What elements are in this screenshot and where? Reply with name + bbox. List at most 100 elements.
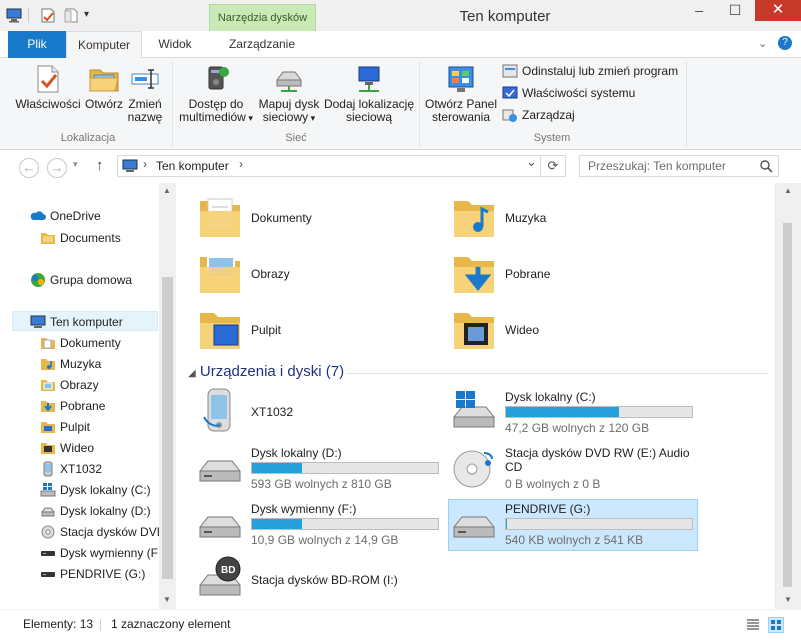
folder-icon	[41, 233, 55, 244]
breadcrumb-ten-komputer[interactable]: Ten komputer	[156, 159, 229, 173]
new-folder-icon[interactable]	[63, 8, 79, 23]
pictures-folder-icon	[200, 256, 240, 293]
usb-drive-icon	[41, 572, 55, 577]
nav-pane-scrollbar[interactable]: ▲ ▼	[159, 183, 176, 609]
scroll-down-arrow-icon[interactable]: ▼	[784, 595, 792, 604]
search-box	[579, 155, 779, 177]
map-drive-icon	[276, 71, 302, 92]
control-panel-icon	[448, 66, 474, 92]
computer-icon[interactable]	[6, 8, 22, 23]
content-area: Dokumenty Muzyka Obrazy Pobrane Pulpit W…	[176, 183, 775, 609]
details-view-icon[interactable]	[746, 618, 760, 632]
folder-tile-muzyka[interactable]: Muzyka	[450, 193, 690, 245]
hard-drive-icon	[41, 507, 55, 517]
folder-tile-pobrane[interactable]: Pobrane	[450, 249, 690, 301]
add-network-location-button[interactable]: Dodaj lokalizację sieciową	[322, 64, 416, 124]
minimize-button[interactable]: –	[681, 0, 717, 21]
dvd-drive-icon	[41, 525, 55, 539]
drive-usage-fill	[252, 519, 302, 529]
device-tile-drive-c[interactable]: Dysk lokalny (C:) 47,2 GB wolnych z 120 …	[450, 387, 700, 439]
onedrive-icon	[30, 211, 46, 220]
desktop-folder-icon	[41, 422, 55, 433]
drive-usage-fill	[506, 407, 619, 417]
rename-button[interactable]: Zmień nazwę	[126, 64, 164, 124]
devices-section-header[interactable]: ◢ Urządzenia i dyski (7)	[188, 363, 344, 380]
add-network-location-icon	[358, 66, 380, 92]
ribbon: Właściwości Otwórz Zmień nazwę Lokalizac…	[0, 58, 801, 150]
music-folder-icon	[454, 201, 494, 237]
media-access-button[interactable]: Dostęp do multimediów ▾	[178, 64, 254, 125]
search-input[interactable]	[580, 156, 750, 176]
manage-icon	[502, 109, 517, 122]
status-bar: Elementy: 13 1 zaznaczony element	[0, 609, 801, 640]
computer-icon	[30, 315, 46, 328]
scroll-down-arrow-icon[interactable]: ▼	[163, 595, 171, 604]
map-drive-button[interactable]: Mapuj dysk sieciowy ▾	[256, 64, 322, 125]
usb-drive-icon	[453, 516, 495, 538]
folder-tile-obrazy[interactable]: Obrazy	[196, 249, 436, 301]
system-properties-button[interactable]: Właściwości systemu	[502, 83, 635, 103]
videos-folder-icon	[454, 313, 494, 349]
device-tile-xt1032[interactable]: XT1032	[196, 387, 436, 439]
tab-komputer[interactable]: Komputer	[66, 31, 142, 59]
help-icon[interactable]: ?	[778, 36, 792, 50]
qat-divider	[28, 8, 29, 23]
title-bar: ▾ Narzędzia dysków Ten komputer – ☐ ✕	[0, 0, 801, 31]
breadcrumb-separator[interactable]: ›	[239, 157, 243, 171]
tab-plik[interactable]: Plik	[8, 31, 66, 58]
control-panel-button[interactable]: Otwórz Panel sterowania	[424, 64, 498, 124]
tab-zarzadzanie[interactable]: Zarządzanie	[210, 31, 314, 58]
properties-icon[interactable]	[40, 8, 56, 23]
hard-drive-icon	[199, 460, 241, 482]
properties-icon	[37, 65, 59, 93]
context-tab-disk-tools: Narzędzia dysków	[209, 4, 316, 31]
manage-button[interactable]: Zarządzaj	[502, 105, 575, 125]
content-scrollbar[interactable]: ▲ ▼	[775, 183, 801, 609]
downloads-folder-icon	[41, 401, 55, 412]
device-tile-pendrive-g[interactable]: PENDRIVE (G:) 540 KB wolnych z 541 KB	[450, 499, 700, 551]
group-separator	[172, 62, 173, 146]
refresh-button[interactable]: ⟳	[541, 155, 566, 177]
content-scrollbar-thumb[interactable]	[783, 223, 792, 587]
device-tile-dvd-drive[interactable]: Stacja dysków DVD RW (E:) Audio CD 0 B w…	[450, 443, 700, 495]
nav-pane-scrollbar-thumb[interactable]	[162, 277, 173, 579]
folder-tile-wideo[interactable]: Wideo	[450, 305, 690, 357]
scroll-up-arrow-icon[interactable]: ▲	[163, 186, 171, 195]
videos-folder-icon	[41, 443, 55, 454]
address-bar[interactable]: › Ten komputer › ⌄	[117, 154, 541, 177]
folder-tile-pulpit[interactable]: Pulpit	[196, 305, 436, 357]
windows-drive-icon	[40, 483, 56, 497]
tab-widok[interactable]: Widok	[142, 31, 208, 58]
back-button[interactable]: ←	[19, 158, 39, 178]
documents-folder-icon	[41, 338, 55, 349]
uninstall-program-button[interactable]: Odinstaluj lub zmień program	[502, 61, 678, 81]
drive-usage-bar	[505, 518, 693, 530]
up-button[interactable]: ↑	[96, 157, 104, 174]
open-button[interactable]: Otwórz	[82, 64, 126, 111]
address-dropdown-icon[interactable]: ⌄	[526, 154, 537, 170]
properties-button[interactable]: Właściwości	[14, 64, 82, 111]
drive-usage-bar	[505, 406, 693, 418]
pictures-folder-icon	[41, 380, 55, 391]
group-label-siec: Sieć	[285, 132, 307, 144]
scroll-up-arrow-icon[interactable]: ▲	[784, 186, 792, 195]
breadcrumb-separator[interactable]: ›	[143, 157, 147, 171]
folder-tile-dokumenty[interactable]: Dokumenty	[196, 193, 436, 245]
collapse-ribbon-icon[interactable]: ⌄	[758, 37, 767, 50]
item-count: Elementy: 13	[23, 617, 94, 631]
removable-drive-icon	[41, 551, 55, 556]
device-tile-drive-d[interactable]: Dysk lokalny (D:) 593 GB wolnych z 810 G…	[196, 443, 446, 495]
tiles-view-icon[interactable]	[768, 617, 784, 633]
system-properties-icon	[502, 86, 518, 99]
dvd-drive-icon	[453, 450, 493, 488]
drive-usage-bar	[251, 462, 439, 474]
search-icon[interactable]	[760, 160, 773, 173]
device-tile-bd-rom[interactable]: BD Stacja dysków BD-ROM (I:)	[196, 555, 446, 607]
qat-dropdown-icon[interactable]: ▾	[84, 9, 89, 20]
maximize-button[interactable]: ☐	[717, 0, 753, 21]
device-tile-drive-f[interactable]: Dysk wymienny (F:) 10,9 GB wolnych z 14,…	[196, 499, 446, 551]
close-button[interactable]: ✕	[755, 0, 801, 21]
recent-locations-dropdown-icon[interactable]: ▾	[73, 159, 78, 170]
forward-button[interactable]: →	[47, 158, 67, 178]
computer-icon	[122, 159, 138, 172]
